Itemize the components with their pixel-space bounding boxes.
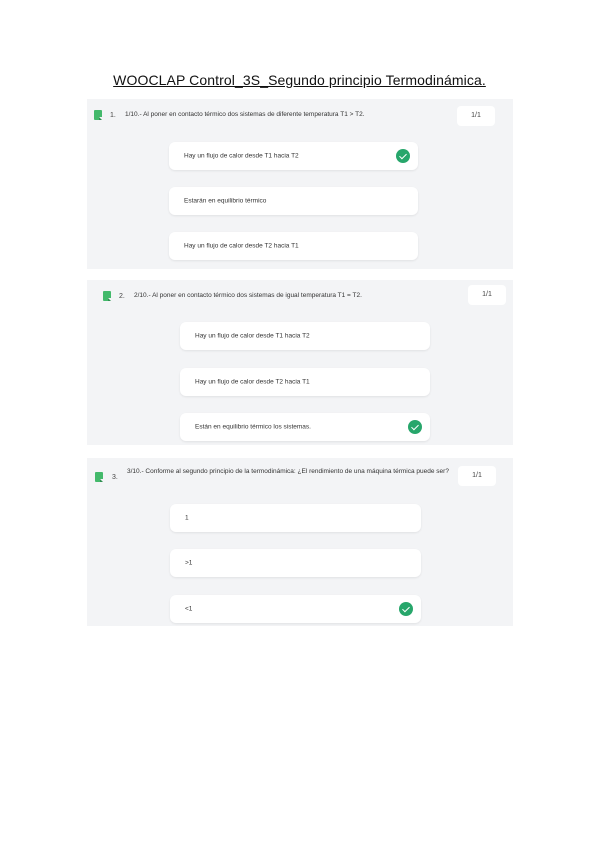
score-badge: 1/1 bbox=[457, 106, 495, 126]
answer-option[interactable]: >1 bbox=[170, 549, 421, 577]
answer-option-label: 1 bbox=[185, 514, 189, 522]
question-number: 2. bbox=[119, 293, 125, 300]
check-icon bbox=[396, 149, 410, 163]
question-card-1: 1. 1/10.- Al poner en contacto térmico d… bbox=[87, 99, 513, 269]
answer-option-label: Hay un flujo de calor desde T2 hacia T1 bbox=[184, 242, 299, 250]
answer-option-label: Hay un flujo de calor desde T2 hacia T1 bbox=[195, 378, 310, 386]
question-card-3: 3. 3/10.- Conforme al segundo principio … bbox=[87, 458, 513, 626]
check-icon bbox=[399, 602, 413, 616]
answer-option[interactable]: Hay un flujo de calor desde T2 hacia T1 bbox=[180, 368, 430, 396]
answer-option[interactable]: Están en equilibrio térmico los sistemas… bbox=[180, 413, 430, 441]
answer-option-label: Hay un flujo de calor desde T1 hacia T2 bbox=[184, 152, 299, 160]
bookmark-icon bbox=[94, 110, 102, 120]
answer-option-label: Están en equilibrio térmico los sistemas… bbox=[195, 423, 311, 431]
check-icon bbox=[408, 420, 422, 434]
answer-option[interactable]: 1 bbox=[170, 504, 421, 532]
question-text: 3/10.- Conforme al segundo principio de … bbox=[127, 468, 449, 475]
answer-option[interactable]: <1 bbox=[170, 595, 421, 623]
answer-option-label: >1 bbox=[185, 559, 193, 567]
question-card-2: 2. 2/10.- Al poner en contacto térmico d… bbox=[87, 280, 513, 445]
document-title: WOOCLAP Control_3S_Segundo principio Ter… bbox=[113, 72, 486, 88]
bookmark-icon bbox=[103, 291, 111, 301]
bookmark-icon bbox=[95, 472, 103, 482]
answer-option[interactable]: Hay un flujo de calor desde T1 hacia T2 bbox=[169, 142, 418, 170]
answer-option[interactable]: Hay un flujo de calor desde T2 hacia T1 bbox=[169, 232, 418, 260]
answer-option-label: Estarán en equilibrio térmico bbox=[184, 197, 267, 205]
score-badge: 1/1 bbox=[458, 466, 496, 486]
answer-option[interactable]: Hay un flujo de calor desde T1 hacia T2 bbox=[180, 322, 430, 350]
question-text: 1/10.- Al poner en contacto térmico dos … bbox=[125, 111, 365, 118]
score-badge: 1/1 bbox=[468, 285, 506, 305]
question-text: 2/10.- Al poner en contacto térmico dos … bbox=[134, 292, 362, 299]
answer-option-label: Hay un flujo de calor desde T1 hacia T2 bbox=[195, 332, 310, 340]
question-number: 1. bbox=[110, 112, 116, 119]
answer-option[interactable]: Estarán en equilibrio térmico bbox=[169, 187, 418, 215]
question-number: 3. bbox=[112, 474, 118, 481]
answer-option-label: <1 bbox=[185, 605, 193, 613]
